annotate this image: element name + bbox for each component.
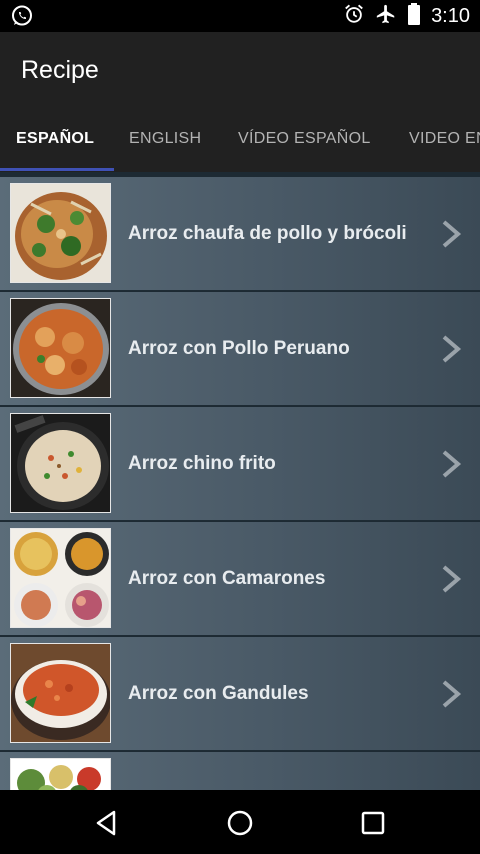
airplane-mode-icon <box>375 3 397 30</box>
alarm-icon <box>343 3 365 30</box>
list-item[interactable]: Arroz chaufa de pollo y brócoli <box>0 177 480 291</box>
home-icon[interactable] <box>225 808 255 838</box>
tab-video-espanol[interactable]: VÍDEO ESPAÑOL <box>238 108 371 172</box>
app-bar: Recipe <box>0 32 480 108</box>
list-item[interactable]: Arroz con Camarones <box>0 522 480 636</box>
recipe-title: Arroz con Camarones <box>128 568 326 589</box>
recipe-title: Arroz con Pollo Peruano <box>128 338 350 359</box>
recipe-thumbnail <box>10 298 111 398</box>
battery-icon <box>407 2 421 31</box>
list-item[interactable]: Arroz chino frito <box>0 407 480 521</box>
status-time: 3:10 <box>431 4 470 27</box>
list-item[interactable]: Arroz con Gandules <box>0 637 480 751</box>
tab-espanol[interactable]: ESPAÑOL <box>16 108 94 172</box>
recipe-title: Arroz con Gandules <box>128 683 309 704</box>
page-title: Recipe <box>21 56 99 84</box>
tab-bar: ESPAÑOL ENGLISH VÍDEO ESPAÑOL VIDEO ENGL… <box>0 108 480 172</box>
chevron-right-icon <box>438 449 464 479</box>
recipe-title: Arroz chino frito <box>128 453 276 474</box>
recipe-thumbnail <box>10 643 111 743</box>
recipe-thumbnail <box>10 528 111 628</box>
tab-indicator <box>0 168 114 171</box>
back-icon[interactable] <box>92 808 122 838</box>
list-item[interactable] <box>0 752 480 790</box>
recipe-thumbnail <box>10 183 111 283</box>
recents-icon[interactable] <box>358 808 388 838</box>
recipe-thumbnail <box>10 413 111 513</box>
tab-video-english[interactable]: VIDEO ENGLISH <box>409 108 480 172</box>
chevron-right-icon <box>438 334 464 364</box>
recipe-thumbnail <box>10 758 111 790</box>
tab-english[interactable]: ENGLISH <box>129 108 201 172</box>
chevron-right-icon <box>438 679 464 709</box>
whatsapp-notification-icon <box>10 4 34 33</box>
navigation-bar <box>0 790 480 854</box>
status-bar: 3:10 <box>0 0 480 32</box>
recipe-list[interactable]: Arroz chaufa de pollo y brócoli Arroz co… <box>0 172 480 790</box>
recipe-title: Arroz chaufa de pollo y brócoli <box>128 223 407 244</box>
chevron-right-icon <box>438 219 464 249</box>
list-item[interactable]: Arroz con Pollo Peruano <box>0 292 480 406</box>
chevron-right-icon <box>438 564 464 594</box>
